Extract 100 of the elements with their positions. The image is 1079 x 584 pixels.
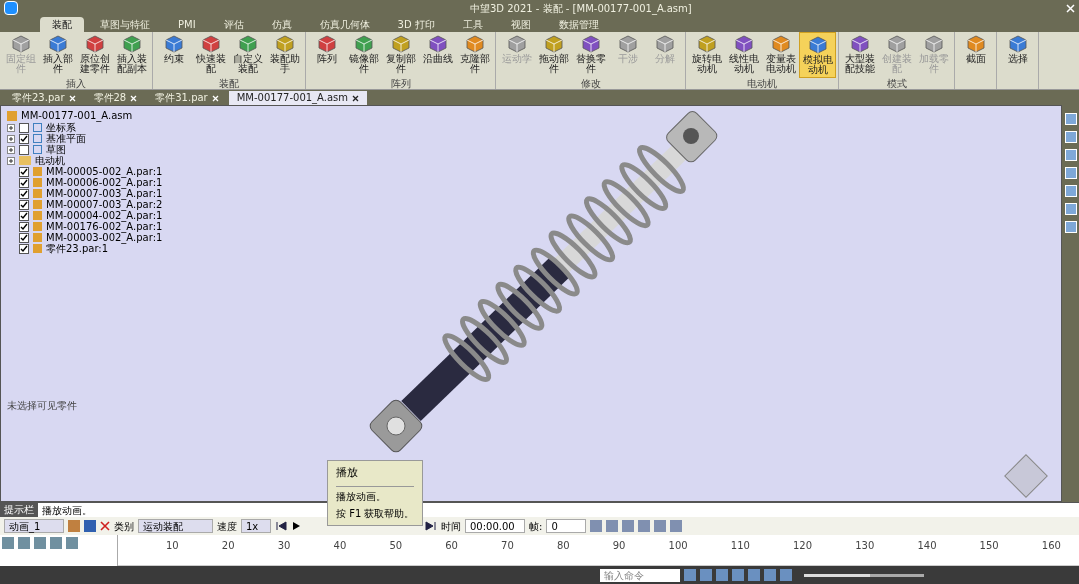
tree-item[interactable]: 电动机 (35, 155, 65, 166)
checkbox[interactable] (19, 188, 29, 199)
toolbar-icon[interactable] (590, 520, 603, 532)
ribbon-button[interactable]: 克隆部件 (456, 32, 493, 78)
ribbon-button[interactable]: 镜像部件 (345, 32, 382, 78)
toolbar-icon[interactable] (1064, 203, 1077, 215)
box-icon (274, 34, 295, 54)
speed-select[interactable]: 1x (241, 519, 271, 533)
expand-icon[interactable] (7, 134, 15, 143)
toolbar-icon[interactable] (654, 520, 667, 532)
animation-select[interactable]: 动画_1 (4, 519, 64, 533)
ribbon-button[interactable]: 选择 (999, 32, 1036, 89)
ribbon-button[interactable]: 复制部件 (382, 32, 419, 78)
checkbox[interactable] (19, 232, 29, 243)
menu-tab[interactable]: 仿真 (259, 17, 304, 32)
checkbox[interactable] (19, 221, 29, 232)
checkbox[interactable] (19, 199, 29, 210)
tree-item[interactable]: MM-00007-003_A.par:1 (46, 188, 163, 199)
menu-tab[interactable]: 评估 (211, 17, 256, 32)
ribbon-button[interactable]: 原位创建零件 (76, 32, 113, 78)
expand-icon[interactable] (7, 156, 15, 165)
ribbon-button[interactable]: 替换零件 (572, 32, 609, 78)
menu-tab[interactable]: 草图与特征 (88, 17, 162, 32)
checkbox[interactable] (19, 133, 29, 144)
toolbar-icon[interactable] (1064, 131, 1077, 143)
document-tab[interactable]: 零件31.par (147, 91, 227, 105)
tick-label: 110 (730, 541, 750, 551)
box-icon (543, 34, 564, 54)
tree-item[interactable]: MM-00177-001_A.asm (21, 111, 133, 121)
toolbar-icon[interactable] (670, 520, 683, 532)
tick-label: 90 (612, 541, 626, 551)
ribbon-button[interactable]: 模拟电动机 (799, 32, 836, 78)
frame-field[interactable]: 0 (546, 519, 587, 533)
close-icon[interactable] (352, 94, 360, 102)
toolbar-icon[interactable] (1064, 113, 1077, 125)
expand-icon[interactable] (7, 145, 15, 154)
ribbon-button[interactable]: 变量表电动机 (762, 32, 799, 78)
checkbox[interactable] (19, 210, 29, 221)
menu-tab[interactable]: 装配 (40, 17, 84, 32)
document-tab[interactable]: 零件23.par (4, 91, 84, 105)
ribbon-button[interactable]: 截面 (957, 32, 994, 89)
toolbar-icon[interactable] (622, 520, 635, 532)
toolbar-icon[interactable] (1064, 149, 1077, 161)
toolbar-icon[interactable] (1064, 167, 1077, 179)
tick-label: 20 (221, 541, 235, 551)
tree-item[interactable]: 草图 (46, 144, 66, 155)
ribbon-button[interactable]: 约束 (155, 32, 192, 78)
tooltip-text: 播放动画。 (336, 489, 387, 504)
category-select[interactable]: 运动装配 (138, 519, 213, 533)
tree-item[interactable]: 基准平面 (46, 133, 86, 144)
time-field[interactable]: 00:00.00 (465, 519, 525, 533)
ribbon-button[interactable]: 拖动部件 (535, 32, 572, 78)
ribbon-button[interactable]: 插入装配副本 (113, 32, 150, 78)
ribbon-button[interactable]: 旋转电动机 (688, 32, 725, 78)
checkbox[interactable] (19, 166, 29, 177)
tree-item[interactable]: MM-00004-002_A.par:1 (46, 210, 163, 221)
tree-item[interactable]: 坐标系 (46, 122, 76, 133)
ribbon-button[interactable]: 线性电动机 (725, 32, 762, 78)
checkbox[interactable] (19, 122, 29, 133)
group-label: 阵列 (389, 78, 412, 89)
tree-item[interactable]: MM-00003-002_A.par:1 (46, 232, 163, 243)
zoom-slider[interactable] (804, 573, 924, 577)
toolbar-icon[interactable] (1064, 221, 1077, 233)
box-icon (1007, 34, 1028, 54)
tree-item[interactable]: MM-00176-002_A.par:1 (46, 221, 163, 232)
box-icon (84, 34, 105, 54)
skip-end-icon[interactable] (425, 521, 437, 531)
tree-item[interactable]: MM-00006-002_A.par:1 (46, 177, 163, 188)
command-field[interactable]: 输入命令 (600, 568, 680, 582)
ribbon-button[interactable]: 大型装配技能 (841, 32, 878, 78)
menu-tab[interactable]: 3D 打印 (385, 17, 447, 32)
box-icon (770, 34, 791, 54)
ribbon-button[interactable]: 沿曲线 (419, 32, 456, 78)
box-icon (427, 34, 448, 54)
checkbox[interactable] (19, 144, 29, 155)
expand-icon[interactable] (7, 123, 15, 132)
skip-start-icon[interactable] (275, 521, 287, 531)
ribbon-button[interactable]: 阵列 (308, 32, 345, 78)
menu-tab[interactable]: 工具 (450, 17, 495, 32)
ribbon-button[interactable]: 插入部件 (39, 32, 76, 78)
play-icon[interactable] (291, 521, 301, 531)
document-tab[interactable]: 零件28 (85, 91, 146, 105)
document-tab[interactable]: MM-00177-001_A.asm (228, 91, 368, 105)
toolbar-icon[interactable] (606, 520, 619, 532)
menu-tab[interactable]: PMI (166, 17, 208, 32)
menu-tab[interactable]: 视图 (498, 17, 543, 32)
menu-tab[interactable]: 仿真几何体 (307, 17, 382, 32)
checkbox[interactable] (19, 243, 29, 254)
toolbar-icon[interactable] (1064, 185, 1077, 197)
ribbon-button[interactable]: 自定义装配 (229, 32, 266, 78)
tick-label: 140 (917, 541, 937, 551)
tree-item[interactable]: 零件23.par:1 (46, 243, 109, 254)
ribbon-button[interactable]: 快速装配 (192, 32, 229, 78)
menu-tab[interactable]: 数据管理 (546, 17, 611, 32)
tree-item[interactable]: MM-00005-002_A.par:1 (46, 166, 163, 177)
checkbox[interactable] (19, 177, 29, 188)
tree-item[interactable]: MM-00007-003_A.par:2 (46, 199, 163, 210)
ribbon-button[interactable]: 装配助手 (266, 32, 303, 78)
assembly-icon (7, 111, 17, 121)
toolbar-icon[interactable] (638, 520, 651, 532)
